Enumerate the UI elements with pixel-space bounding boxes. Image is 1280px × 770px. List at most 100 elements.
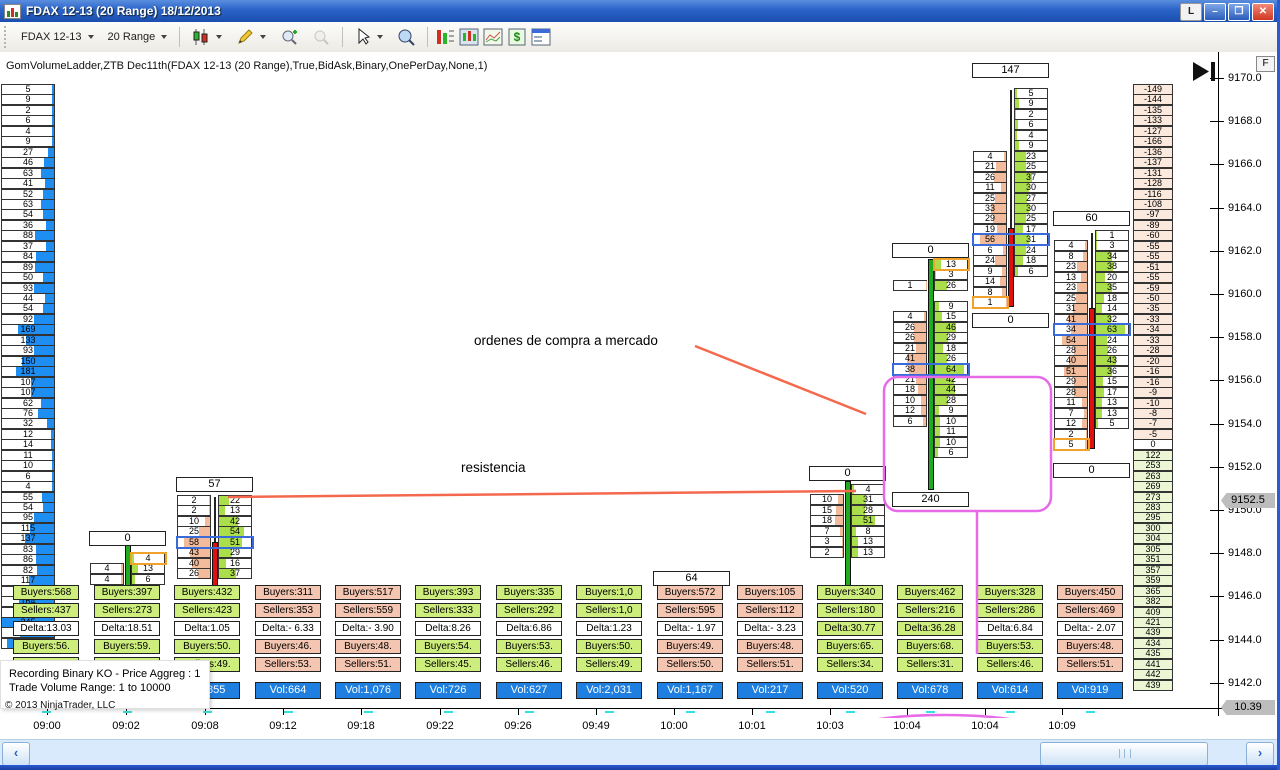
ladder-ask-cell: 35: [1095, 282, 1129, 293]
session-tick: [686, 711, 695, 713]
time-label: 09:22: [410, 720, 470, 732]
chart-window-button[interactable]: [459, 28, 479, 46]
selected-row-highlight: [892, 363, 970, 376]
ladder-bid-cell: 23: [1054, 261, 1088, 272]
chevron-down-icon: [88, 35, 94, 39]
profile-row: 88: [1, 230, 55, 241]
time-tick: [674, 708, 675, 715]
cursor-icon: [355, 28, 371, 46]
delta-cell: Delta:- 3.23: [737, 621, 803, 636]
volume-cell: Vol:678: [897, 682, 963, 699]
ladder-bid-cell: 29: [973, 213, 1007, 224]
volume-cell: Vol:664: [255, 682, 321, 699]
horizontal-scrollbar[interactable]: ‹ ›: [0, 739, 1280, 766]
session-tick: [846, 711, 855, 713]
line-chart-button[interactable]: [483, 28, 503, 46]
cursor-button[interactable]: [348, 24, 390, 50]
price-label: 9168.0: [1228, 115, 1262, 127]
ladder-bid-cell: 18: [893, 384, 927, 395]
price-axis-border: [1218, 52, 1219, 716]
time-tick: [1062, 708, 1063, 715]
ladder-ask-cell: 15: [934, 311, 968, 322]
drawing-tools-button[interactable]: [229, 24, 273, 50]
line-chart-icon: [483, 28, 503, 46]
lock-button[interactable]: L: [1180, 3, 1202, 21]
session-tick: [284, 711, 293, 713]
delta-row: -137: [1133, 157, 1173, 168]
delta-row: -166: [1133, 136, 1173, 147]
ladder-ask-cell: 51: [851, 515, 885, 526]
toolbar: FDAX 12-13 20 Range $: [0, 22, 1280, 53]
buyers-pct-cell: Buyers:49.: [657, 639, 723, 654]
delta-row: -9: [1133, 387, 1173, 398]
dollar-button[interactable]: $: [507, 28, 527, 46]
price-tick: [1210, 380, 1224, 381]
minimize-button[interactable]: –: [1204, 3, 1226, 21]
zoom-in-button[interactable]: [273, 24, 305, 50]
session-tick: [123, 711, 132, 713]
maximize-button[interactable]: ❐: [1228, 3, 1250, 21]
price-label: 9152.0: [1228, 461, 1262, 473]
profile-row: 54: [1, 303, 55, 314]
go-to-last-bar-icon[interactable]: [1192, 61, 1218, 83]
ladder-ask-cell: 13: [218, 505, 252, 516]
price-tick: [1210, 164, 1224, 165]
sellers-pct-cell: Sellers:51.: [1057, 657, 1123, 672]
sellers-cell: Sellers:292: [496, 603, 562, 618]
time-label: 09:26: [488, 720, 548, 732]
ladder-bid-cell: 31: [1054, 303, 1088, 314]
ladder-bid-cell: 2: [810, 547, 844, 558]
ladder-bid-cell: 12: [893, 405, 927, 416]
time-label: 09:12: [253, 720, 313, 732]
toolbar-grip[interactable]: [4, 26, 10, 48]
buyers-pct-cell: Buyers:56.: [13, 639, 79, 654]
zoom-out-button[interactable]: [305, 24, 337, 50]
delta-cell: Delta:6.84: [977, 621, 1043, 636]
session-tick: [766, 711, 775, 713]
annotation-resistance: resistencia: [461, 460, 526, 475]
chart-area[interactable]: GomVolumeLadder,ZTB Dec11th(FDAX 12-13 (…: [0, 52, 1280, 718]
market-depth-button[interactable]: [435, 28, 455, 46]
delta-row: -34: [1133, 324, 1173, 335]
panel-button[interactable]: [531, 28, 551, 46]
ladder-bottom-label: 0: [972, 313, 1049, 328]
ladder-bid-cell: 6: [893, 416, 927, 427]
session-tick: [1006, 711, 1015, 713]
sellers-cell: Sellers:1,0: [576, 603, 642, 618]
time-tick: [830, 708, 831, 715]
buyers-pct-cell: Buyers:48.: [1057, 639, 1123, 654]
zoom-window-button[interactable]: [390, 24, 422, 50]
buyers-cell: Buyers:397: [94, 585, 160, 600]
profile-row: 137: [1, 533, 55, 544]
time-tick: [907, 708, 908, 715]
fixed-scale-button[interactable]: F: [1256, 56, 1275, 72]
instrument-selector[interactable]: FDAX 12-13: [14, 27, 101, 47]
delta-row: 0: [1133, 439, 1173, 450]
scroll-left-button[interactable]: ‹: [2, 742, 30, 766]
ladder-bid-cell: 4: [90, 563, 124, 574]
time-highlight-ellipse: [852, 715, 1036, 718]
sellers-cell: Sellers:423: [174, 603, 240, 618]
buyers-cell: Buyers:328: [977, 585, 1043, 600]
toolbar-separator: [179, 27, 180, 47]
delta-row: -55: [1133, 251, 1173, 262]
title-bar[interactable]: FDAX 12-13 (20 Range) 18/12/2013 L – ❐ ✕: [0, 0, 1280, 22]
close-button[interactable]: ✕: [1252, 3, 1274, 21]
delta-row: -28: [1133, 345, 1173, 356]
resistance-line: [228, 491, 856, 497]
volume-cell: Vol:2,031: [576, 682, 642, 699]
ladder-ask-cell: 9: [1014, 140, 1048, 151]
ladder-bid-cell: 26: [893, 332, 927, 343]
instrument-label: FDAX 12-13: [21, 31, 82, 43]
sellers-cell: Sellers:216: [897, 603, 963, 618]
chart-style-button[interactable]: [185, 24, 229, 50]
scrollbar-thumb[interactable]: [1040, 742, 1208, 766]
buyers-cell: Buyers:568: [13, 585, 79, 600]
time-tick: [596, 708, 597, 715]
delta-row: -16: [1133, 366, 1173, 377]
period-selector[interactable]: 20 Range: [101, 27, 175, 47]
scroll-right-button[interactable]: ›: [1246, 742, 1274, 766]
session-tick: [605, 711, 614, 713]
sellers-pct-cell: Sellers:51.: [737, 657, 803, 672]
ladder-ask-cell: 25: [1014, 213, 1048, 224]
